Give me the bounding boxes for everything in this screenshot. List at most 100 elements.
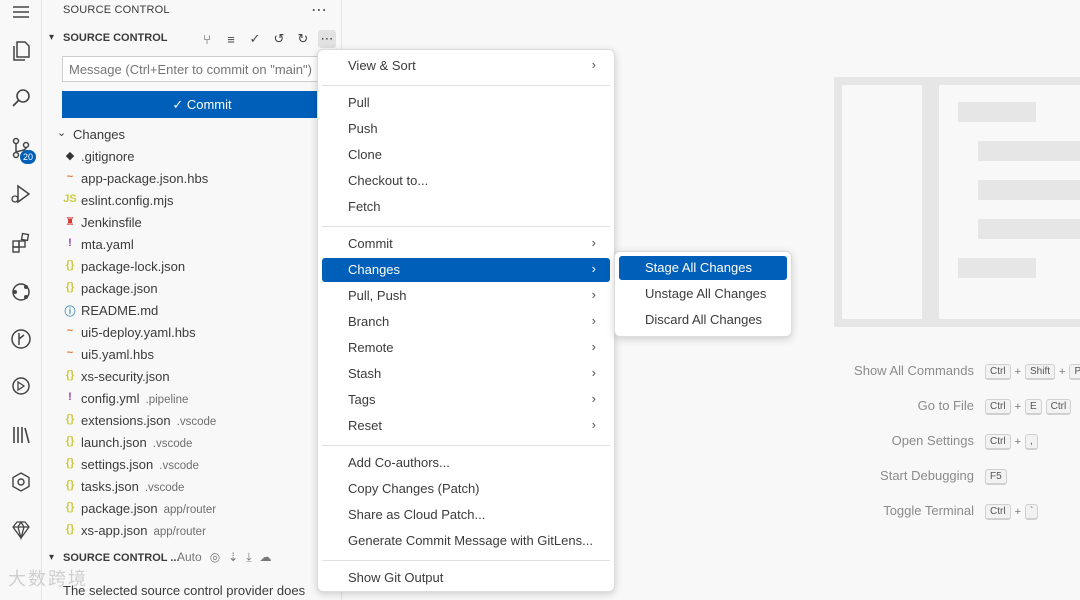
chevron-down-icon: ▾ [49,32,55,43]
chevron-right-icon: › [591,417,596,432]
keycap: Ctrl [985,504,1011,520]
history-icon[interactable]: ↺ [270,30,288,48]
sidebar-more-icon[interactable]: ⋯ [311,0,327,20]
section-2-toolbar: Auto ◎ ⇣ ⤓ ☁ [177,550,272,565]
file-type-icon: {} [65,413,75,425]
menu-item-pull-push[interactable]: Pull, Push › [322,284,610,308]
remote-explorer-icon[interactable] [0,274,42,310]
gem-icon[interactable] [0,512,42,548]
submenu-item-discard-all-changes[interactable]: Discard All Changes [619,308,787,332]
file-dir: app/router [163,504,217,516]
library-icon[interactable] [0,417,42,453]
keycap: ` [1025,504,1039,520]
search-icon[interactable] [0,80,42,116]
chevron-right-icon: › [591,235,596,250]
menu-item-remote[interactable]: Remote › [322,336,610,360]
changes-submenu: Stage All Changes Unstage All Changes Disc… [614,251,792,337]
cloud-upload-icon[interactable]: ☁ [260,550,272,565]
chevron-right-icon: › [591,57,596,72]
menu-item-view-sort[interactable]: View & Sort › [322,54,610,78]
menu-item-generate-commit-message-with-gitlens[interactable]: Generate Commit Message with GitLens... [322,529,610,553]
commit-button-label: ✓ Commit [172,96,232,112]
menu-item-add-co-authors[interactable]: Add Co-authors... [322,451,610,475]
source-control-section-header[interactable]: ▾ SOURCE CONTROL ⑂ ≡ ✓ ↺ ↻ ⋯ [43,30,342,50]
menu-item-commit[interactable]: Commit › [322,232,610,256]
extensions-icon[interactable] [0,225,42,261]
commit-check-icon[interactable]: ✓ [246,30,264,48]
menu-item-show-git-output[interactable]: Show Git Output [322,566,610,590]
menu-item-label: Remote [348,340,394,355]
file-type-icon: ~ [66,325,74,337]
changed-file-item[interactable]: {} package.json [43,278,342,300]
menu-item-label: Add Co-authors... [348,455,450,470]
menu-item-label: Copy Changes (Patch) [348,481,480,496]
graph-icon[interactable]: ⑂ [198,30,216,48]
menu-item-label: Pull [348,95,370,110]
submenu-item-stage-all-changes[interactable]: Stage All Changes [619,256,787,280]
changed-file-item[interactable]: ⓘ README.md [43,300,342,322]
changed-file-item[interactable]: ~ ui5.yaml.hbs [43,344,342,366]
menu-item-push[interactable]: Push [322,117,610,141]
target-icon[interactable]: ◎ [210,550,220,565]
more-actions-icon[interactable]: ⋯ [318,30,336,48]
testing-icon[interactable] [0,368,42,404]
menu-item-clone[interactable]: Clone [322,143,610,167]
source-control-icon[interactable]: 20 [0,130,42,166]
keycap: Ctrl [1045,399,1072,415]
changed-file-item[interactable]: JS eslint.config.mjs [43,190,342,212]
menu-item-label: Reset [348,418,382,433]
refresh-icon[interactable]: ↻ [294,30,312,48]
menu-item-share-as-cloud-patch[interactable]: Share as Cloud Patch... [322,503,610,527]
gitlens-icon[interactable] [0,321,42,357]
file-type-icon: {} [65,457,75,469]
changed-file-item[interactable]: {} tasks.json .vscode [43,476,342,498]
changed-file-item[interactable]: {} launch.json .vscode [43,432,342,454]
shortcut-label: Start Debugging [880,468,974,483]
changed-file-item[interactable]: {} settings.json .vscode [43,454,342,476]
changed-file-item[interactable]: {} xs-security.json [43,366,342,388]
chevron-down-icon: ⌄ [57,127,67,139]
menu-item-reset[interactable]: Reset › [322,414,610,438]
changed-file-item[interactable]: {} xs-app.json app/router [43,520,342,542]
changed-file-item[interactable]: ◆ .gitignore [43,146,342,168]
file-dir: app/router [153,526,206,538]
menu-item-checkout-to[interactable]: Checkout to... [322,169,610,193]
changed-file-item[interactable]: {} package-lock.json [43,256,342,278]
changed-file-item[interactable]: ~ ui5-deploy.yaml.hbs [43,322,342,344]
menu-item-pull[interactable]: Pull [322,91,610,115]
menu-item-branch[interactable]: Branch › [322,310,610,334]
menu-item-fetch[interactable]: Fetch [322,195,610,219]
menu-icon[interactable] [0,0,42,30]
commit-button[interactable]: ✓ Commit [62,91,342,118]
settings-hex-icon[interactable] [0,464,42,500]
changed-file-item[interactable]: ♜ Jenkinsfile [43,212,342,234]
chevron-right-icon: › [591,261,596,276]
menu-separator [322,445,610,446]
fetch-icon[interactable]: ⇣ [228,550,238,565]
file-dir: .vscode [152,438,193,450]
pull-icon[interactable]: ⤓ [246,550,251,565]
menu-separator [322,560,610,561]
file-name: package-lock.json [81,259,186,274]
changed-file-item[interactable]: ~ app-package.json.hbs [43,168,342,190]
explorer-icon[interactable] [0,33,42,69]
section-title: SOURCE CONTROL [63,32,168,44]
menu-separator [322,85,610,86]
changed-file-item[interactable]: {} extensions.json .vscode [43,410,342,432]
file-name: tasks.json .vscode [81,479,185,494]
menu-item-stash[interactable]: Stash › [322,362,610,386]
menu-item-changes[interactable]: Changes › [322,258,610,282]
commit-message-input[interactable] [62,56,342,82]
changed-file-item[interactable]: ! config.yml .pipeline [43,388,342,410]
changes-group-header[interactable]: ⌄ Changes 2 [43,124,342,146]
changed-file-item[interactable]: {} package.json app/router [43,498,342,520]
menu-item-copy-changes-patch[interactable]: Copy Changes (Patch) [322,477,610,501]
run-debug-icon[interactable] [0,176,42,212]
section-2-auto-label[interactable]: Auto [177,550,202,565]
keycap: Shift [1025,364,1056,380]
submenu-item-unstage-all-changes[interactable]: Unstage All Changes [619,282,787,306]
menu-item-tags[interactable]: Tags › [322,388,610,412]
changed-file-item[interactable]: ! mta.yaml [43,234,342,256]
list-icon[interactable]: ≡ [222,30,240,48]
file-type-icon: JS [63,193,77,205]
